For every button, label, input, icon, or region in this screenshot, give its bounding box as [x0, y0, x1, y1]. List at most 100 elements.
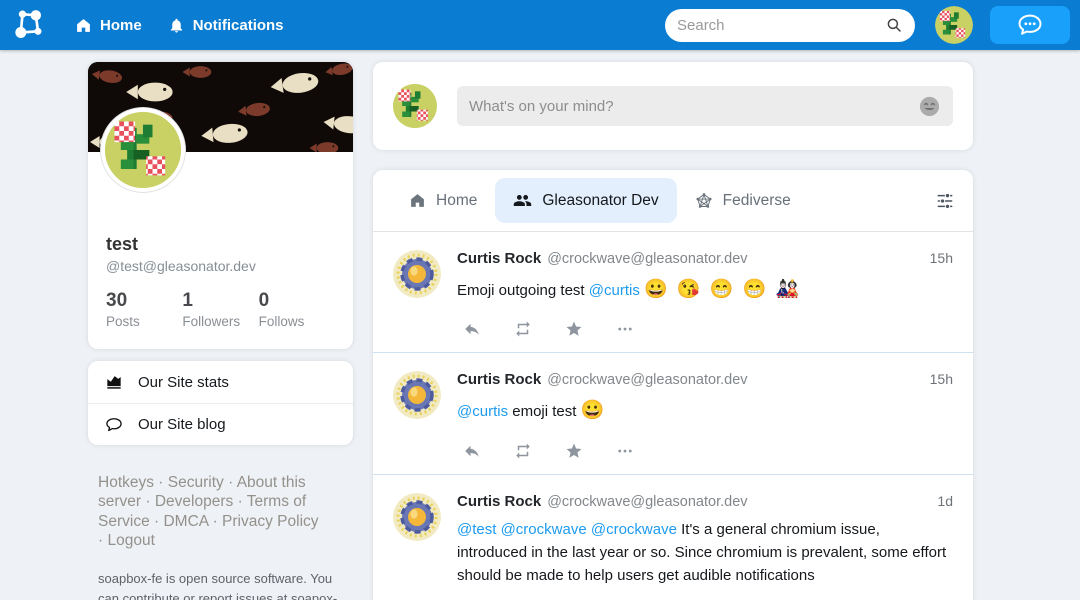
soapbox-logo-icon[interactable] [10, 5, 50, 45]
ellipsis-icon [616, 320, 634, 338]
main-column: Home Gleasonator Dev [373, 62, 973, 600]
emoji-run: 😀 😘 😁 😁 🎎 [644, 279, 801, 300]
favourite-button[interactable] [565, 320, 583, 338]
curtis-avatar-icon [393, 371, 441, 419]
post-timestamp[interactable]: 15h [930, 250, 953, 266]
post-author-handle: @crockwave@gleasonator.dev [547, 251, 747, 267]
search-input[interactable] [677, 17, 885, 34]
post-author-name[interactable]: Curtis Rock [457, 371, 541, 388]
footer-link-logout[interactable]: Logout [107, 532, 154, 549]
reply-button[interactable] [463, 320, 481, 338]
chart-area-icon [104, 372, 124, 392]
stat-posts-label: Posts [106, 314, 182, 329]
tab-gleasonator-dev-label: Gleasonator Dev [542, 192, 658, 210]
site-blog-label: Our Site blog [138, 416, 226, 433]
emoji-picker-button[interactable] [918, 95, 941, 118]
stat-follows[interactable]: 0 Follows [259, 290, 335, 329]
mention-link[interactable]: @curtis [457, 403, 508, 420]
nav-home[interactable]: Home [75, 17, 142, 34]
compose-input[interactable] [469, 98, 918, 115]
post-author-avatar[interactable] [393, 493, 441, 541]
mention-link[interactable]: @crockwave [501, 521, 587, 538]
navbar-avatar[interactable] [935, 6, 973, 44]
timeline-settings-button[interactable] [935, 191, 955, 211]
post-actions [457, 442, 953, 474]
stat-followers-value: 1 [182, 290, 258, 312]
footer-link-security[interactable]: Security [168, 474, 224, 491]
more-button[interactable] [616, 442, 634, 460]
footer-link-hotkeys[interactable]: Hotkeys [98, 474, 154, 491]
tab-fediverse[interactable]: Fediverse [677, 179, 809, 223]
profile-stats: 30 Posts 1 Followers 0 Follows [106, 290, 335, 329]
footer-link-privacy-policy[interactable]: Privacy Policy [222, 513, 318, 530]
chat-button[interactable] [990, 6, 1070, 44]
compose-card [373, 62, 973, 150]
mention-link[interactable]: @test [457, 521, 496, 538]
user-avatar-icon [105, 112, 181, 188]
top-navbar: Home Notifications [0, 0, 1080, 50]
search-icon[interactable] [885, 16, 903, 34]
post-body: Curtis Rock @crockwave@gleasonator.dev 1… [457, 493, 953, 588]
post-content: @test @crockwave @crockwave It's a gener… [457, 518, 953, 588]
mention-link[interactable]: @crockwave [591, 521, 677, 538]
timeline-tabs: Home Gleasonator Dev [373, 170, 973, 232]
footer-about: soapbox-fe is open source software. You … [98, 569, 350, 600]
post[interactable]: Curtis Rock @crockwave@gleasonator.dev 1… [373, 353, 973, 474]
profile-avatar[interactable] [101, 108, 185, 192]
post-author-avatar[interactable] [393, 250, 441, 298]
emoji-run: 😀 [581, 400, 607, 421]
tab-home-label: Home [436, 192, 477, 210]
home-icon [75, 17, 92, 34]
nav-notifications[interactable]: Notifications [168, 17, 284, 34]
compose-avatar[interactable] [393, 84, 437, 128]
compose-input-wrap[interactable] [457, 86, 953, 126]
post-content: @curtis emoji test 😀 [457, 396, 953, 425]
reply-button[interactable] [463, 442, 481, 460]
bell-icon [168, 17, 185, 34]
post[interactable]: Curtis Rock @crockwave@gleasonator.dev 1… [373, 232, 973, 353]
post-header: Curtis Rock @crockwave@gleasonator.dev 1… [457, 493, 953, 510]
ellipsis-icon [616, 442, 634, 460]
star-icon [565, 442, 583, 460]
stat-posts[interactable]: 30 Posts [106, 290, 182, 329]
footer-link-developers[interactable]: Developers [155, 493, 233, 510]
favourite-button[interactable] [565, 442, 583, 460]
post-author-name[interactable]: Curtis Rock [457, 250, 541, 267]
mention-link[interactable]: @curtis [589, 282, 640, 299]
post-text-segment: Emoji outgoing test [457, 282, 589, 299]
chat-bubble-icon [1016, 11, 1044, 39]
site-stats-link[interactable]: Our Site stats [88, 361, 353, 403]
post-author-handle: @crockwave@gleasonator.dev [547, 372, 747, 388]
stat-follows-label: Follows [259, 314, 335, 329]
post-content: Emoji outgoing test @curtis 😀 😘 😁 😁 🎎 [457, 275, 953, 304]
tab-home[interactable]: Home [391, 179, 495, 223]
post-timestamp[interactable]: 15h [930, 371, 953, 387]
footer-link-dmca[interactable]: DMCA [163, 513, 208, 530]
fediverse-icon [695, 192, 713, 210]
post-body: Curtis Rock @crockwave@gleasonator.dev 1… [457, 371, 953, 473]
more-button[interactable] [616, 320, 634, 338]
nav-home-label: Home [100, 17, 142, 34]
site-blog-link[interactable]: Our Site blog [88, 403, 353, 445]
repost-button[interactable] [514, 442, 532, 460]
post-body: Curtis Rock @crockwave@gleasonator.dev 1… [457, 250, 953, 352]
tab-gleasonator-dev[interactable]: Gleasonator Dev [495, 178, 676, 223]
star-icon [565, 320, 583, 338]
stat-follows-value: 0 [259, 290, 335, 312]
post-timestamp[interactable]: 1d [937, 493, 953, 509]
speech-bubble-icon [104, 415, 124, 435]
search-box[interactable] [665, 9, 915, 42]
repost-icon [514, 320, 532, 338]
tab-fediverse-label: Fediverse [723, 192, 791, 210]
post[interactable]: Curtis Rock @crockwave@gleasonator.dev 1… [373, 475, 973, 588]
profile-display-name[interactable]: test [106, 234, 335, 255]
repost-button[interactable] [514, 320, 532, 338]
post-author-avatar[interactable] [393, 371, 441, 419]
stat-followers[interactable]: 1 Followers [182, 290, 258, 329]
post-author-handle: @crockwave@gleasonator.dev [547, 494, 747, 510]
user-avatar-icon [393, 84, 437, 128]
nav-notifications-label: Notifications [193, 17, 284, 34]
smiley-emoji-icon [918, 95, 941, 118]
post-author-name[interactable]: Curtis Rock [457, 493, 541, 510]
home-icon [409, 192, 426, 209]
